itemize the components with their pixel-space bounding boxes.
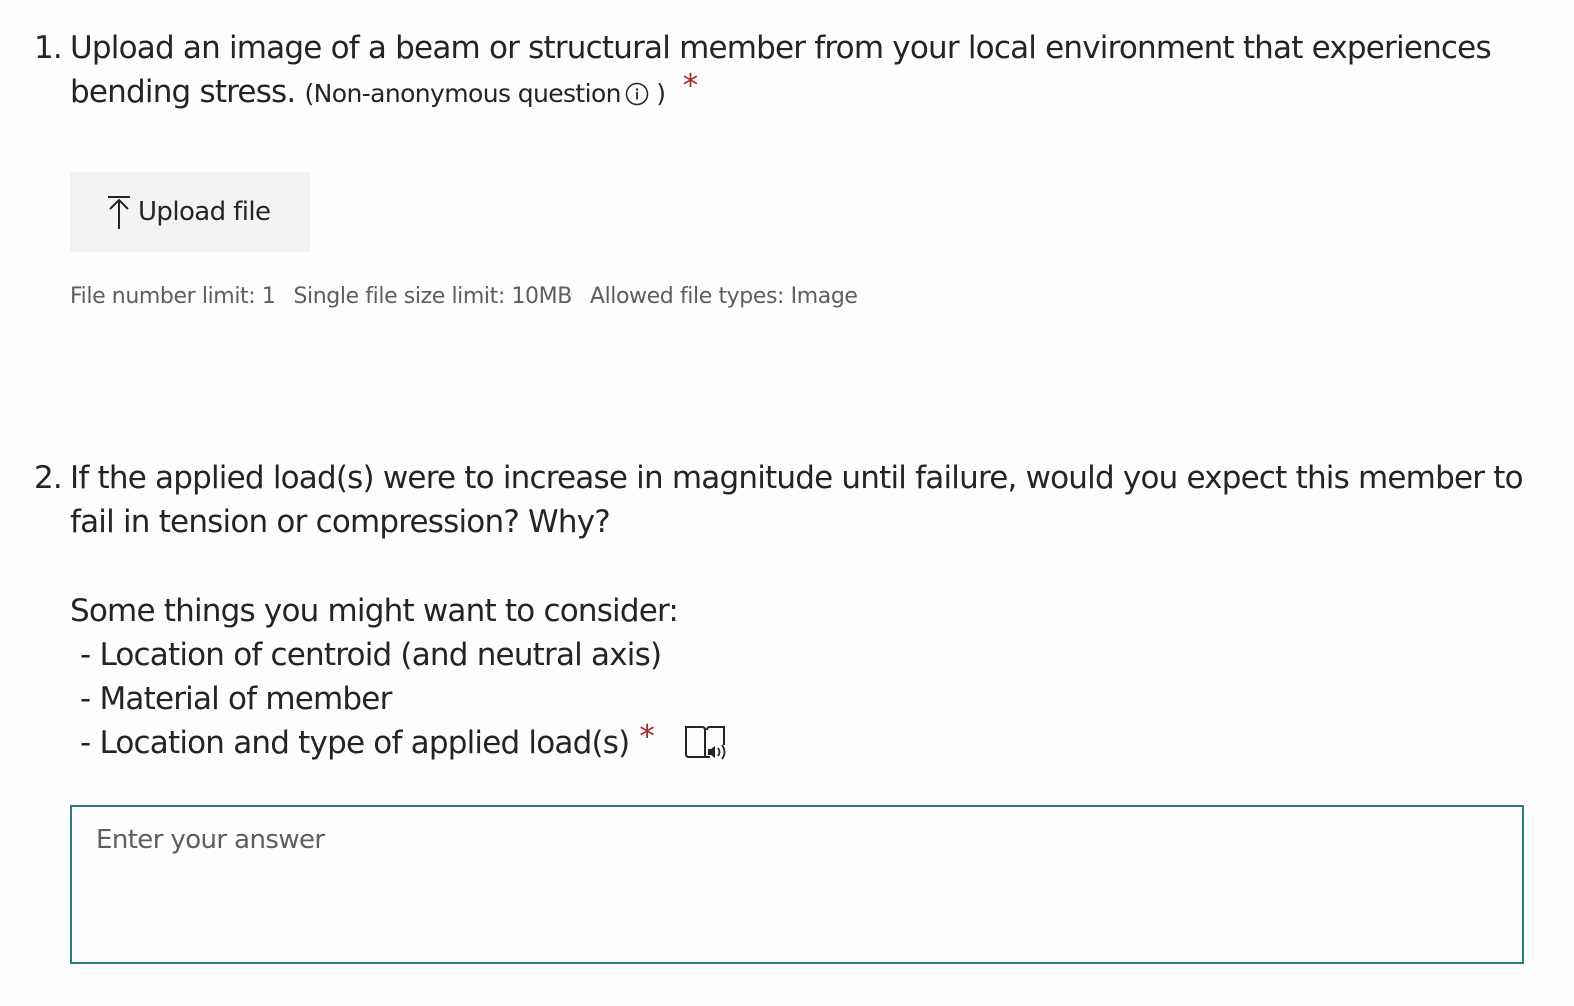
consider-item: - Material of member: [80, 681, 392, 717]
file-number-limit: File number limit: 1: [70, 284, 276, 309]
info-icon[interactable]: [625, 82, 649, 106]
file-types-limit: Allowed file types: Image: [589, 284, 858, 309]
consider-item-last: - Location and type of applied load(s) *: [70, 719, 728, 765]
required-asterisk: *: [639, 719, 655, 755]
answer-textarea[interactable]: [70, 805, 1524, 964]
consider-list: Some things you might want to consider: …: [70, 589, 728, 765]
form-page: 1. Upload an image of a beam or structur…: [0, 0, 1574, 1006]
file-size-limit: Single file size limit: 10MB: [293, 284, 572, 309]
non-anonymous-close: ): [656, 79, 666, 108]
consider-item: - Location of centroid (and neutral axis…: [80, 637, 662, 673]
question-2-text: If the applied load(s) were to increase …: [70, 460, 1524, 540]
file-limits: File number limit: 1 Single file size lim…: [70, 284, 876, 309]
upload-icon: [108, 196, 130, 229]
consider-item: - Location and type of applied load(s): [80, 725, 630, 761]
question-1-title: Upload an image of a beam or structural …: [70, 26, 1560, 116]
non-anonymous-note: (Non-anonymous question ): [305, 79, 673, 108]
required-asterisk: *: [682, 68, 698, 104]
upload-file-button[interactable]: Upload file: [70, 172, 310, 252]
question-1-number: 1.: [34, 30, 63, 66]
consider-intro: Some things you might want to consider:: [70, 593, 679, 629]
upload-file-label: Upload file: [138, 197, 271, 227]
question-2-number: 2.: [34, 460, 63, 496]
immersive-reader-icon[interactable]: [684, 723, 728, 763]
non-anonymous-label: (Non-anonymous question: [304, 79, 622, 108]
question-1-text: Upload an image of a beam or structural …: [70, 30, 1492, 110]
